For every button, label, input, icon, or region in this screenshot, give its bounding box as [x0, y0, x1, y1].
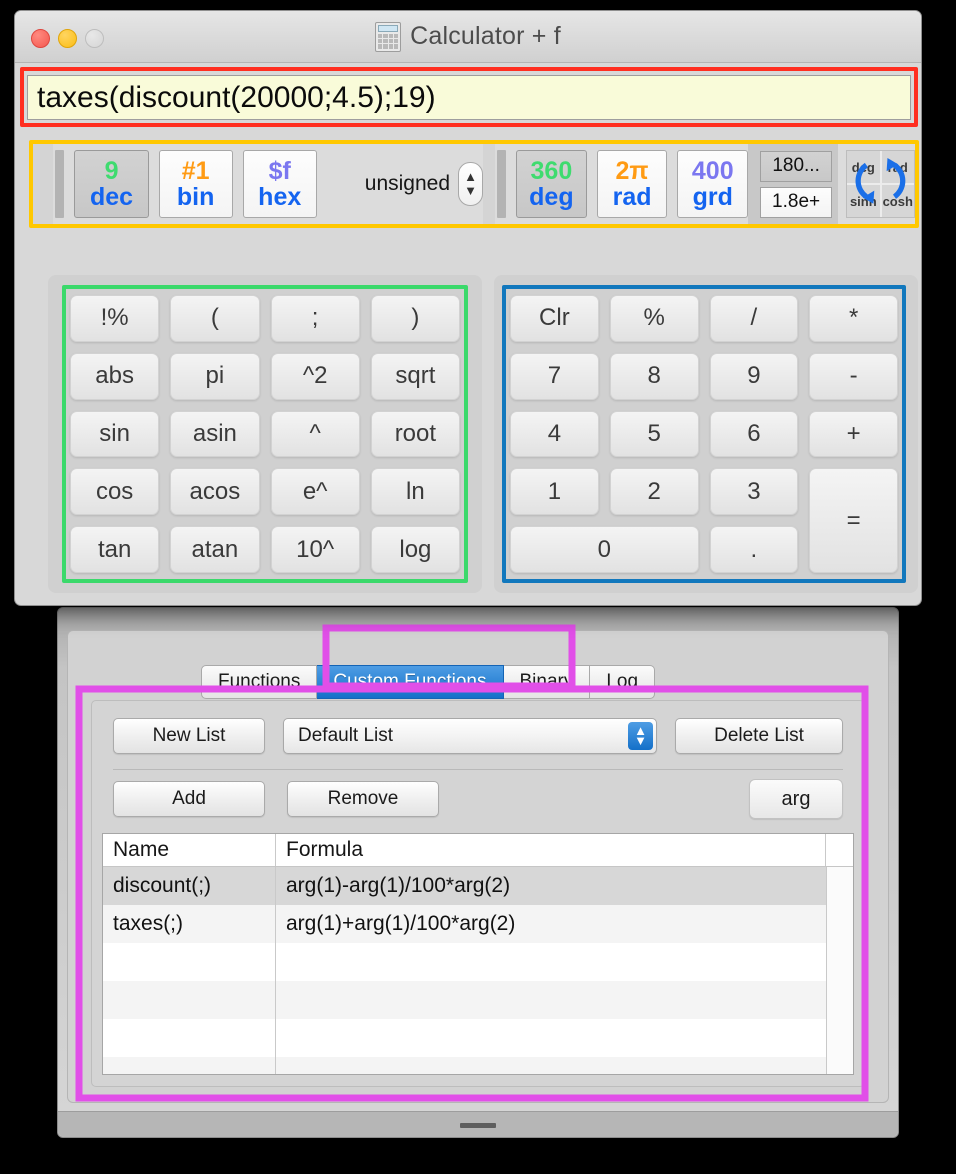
column-header-spacer	[826, 834, 853, 866]
chevron-updown-icon[interactable]: ▲ ▼	[628, 722, 653, 750]
resize-grip[interactable]	[460, 1123, 496, 1128]
list-select[interactable]: Default List ▲ ▼	[283, 718, 657, 754]
table-scrollbar-thumb[interactable]	[832, 871, 848, 1070]
table-row[interactable]	[103, 1057, 853, 1074]
cell-name	[103, 1057, 276, 1074]
cell-name	[103, 943, 276, 981]
table-header: Name Formula	[103, 834, 853, 867]
table-row[interactable]	[103, 1019, 853, 1057]
table-row[interactable]: taxes(;) arg(1)+arg(1)/100*arg(2)	[103, 905, 853, 943]
close-button[interactable]	[31, 29, 50, 48]
delete-list-button[interactable]: Delete List	[675, 718, 843, 754]
cell-name: taxes(;)	[103, 905, 276, 943]
entry-controls-row: Add Remove arg	[113, 779, 843, 819]
panel-divider	[113, 769, 843, 770]
tab-functions-label: Functions	[218, 671, 301, 692]
cell-formula	[276, 1019, 853, 1057]
tab-log[interactable]: Log	[590, 665, 656, 699]
add-button[interactable]: Add	[113, 781, 265, 817]
function-keypad-highlight	[62, 285, 468, 583]
column-header-name: Name	[103, 834, 276, 866]
title-bar: Calculator + f	[15, 11, 921, 63]
custom-functions-table[interactable]: Name Formula discount(;) arg(1)-arg(1)/1…	[102, 833, 854, 1075]
new-list-label: New List	[152, 725, 226, 746]
cell-formula	[276, 981, 853, 1019]
calculator-icon	[375, 21, 402, 52]
new-list-button[interactable]: New List	[113, 718, 265, 754]
zoom-button[interactable]	[85, 29, 104, 48]
tab-bar: Functions Custom Functions Binary Log	[201, 665, 656, 699]
numeric-keypad-highlight	[502, 285, 906, 583]
tab-binary-label: Binary	[519, 671, 574, 692]
table-row[interactable]: discount(;) arg(1)-arg(1)/100*arg(2)	[103, 867, 853, 905]
page-title: Calculator + f	[375, 21, 561, 52]
tab-binary[interactable]: Binary	[503, 665, 591, 699]
cell-formula: arg(1)-arg(1)/100*arg(2)	[286, 874, 511, 897]
minimize-button[interactable]	[58, 29, 77, 48]
cell-name: discount(;)	[103, 867, 276, 905]
table-row[interactable]	[103, 981, 853, 1019]
custom-functions-panel: New List Default List ▲ ▼ Delete List Add…	[91, 700, 865, 1087]
arg-label: arg	[781, 787, 811, 810]
table-row[interactable]	[103, 943, 853, 981]
list-select-value: Default List	[298, 725, 394, 746]
cell-formula	[276, 943, 853, 981]
cell-name	[103, 1019, 276, 1057]
delete-list-label: Delete List	[714, 725, 804, 746]
window-title-text: Calculator + f	[410, 22, 561, 50]
cell-name	[103, 981, 276, 1019]
list-controls-row: New List Default List ▲ ▼ Delete List	[113, 718, 843, 754]
cell-formula: arg(1)+arg(1)/100*arg(2)	[286, 912, 516, 935]
column-header-formula: Formula	[276, 834, 826, 866]
toolbar-highlight	[29, 140, 919, 228]
remove-label: Remove	[327, 788, 399, 809]
tab-log-label: Log	[606, 671, 639, 692]
tab-custom-functions-label: Custom Functions	[333, 671, 487, 692]
lower-window-content: Functions Custom Functions Binary Log Ne…	[67, 630, 889, 1103]
custom-functions-window: Functions Custom Functions Binary Log Ne…	[57, 607, 899, 1138]
window-controls	[31, 29, 104, 48]
table-scrollbar[interactable]	[826, 867, 853, 1074]
add-label: Add	[172, 788, 206, 809]
display-highlight	[20, 67, 918, 127]
cell-formula	[276, 1057, 853, 1074]
tab-functions[interactable]: Functions	[201, 665, 318, 699]
arg-button[interactable]: arg	[749, 779, 843, 819]
calculator-window: Calculator + f taxes(discount(20000;4.5)…	[14, 10, 922, 606]
remove-button[interactable]: Remove	[287, 781, 439, 817]
tab-custom-functions[interactable]: Custom Functions	[317, 665, 504, 699]
